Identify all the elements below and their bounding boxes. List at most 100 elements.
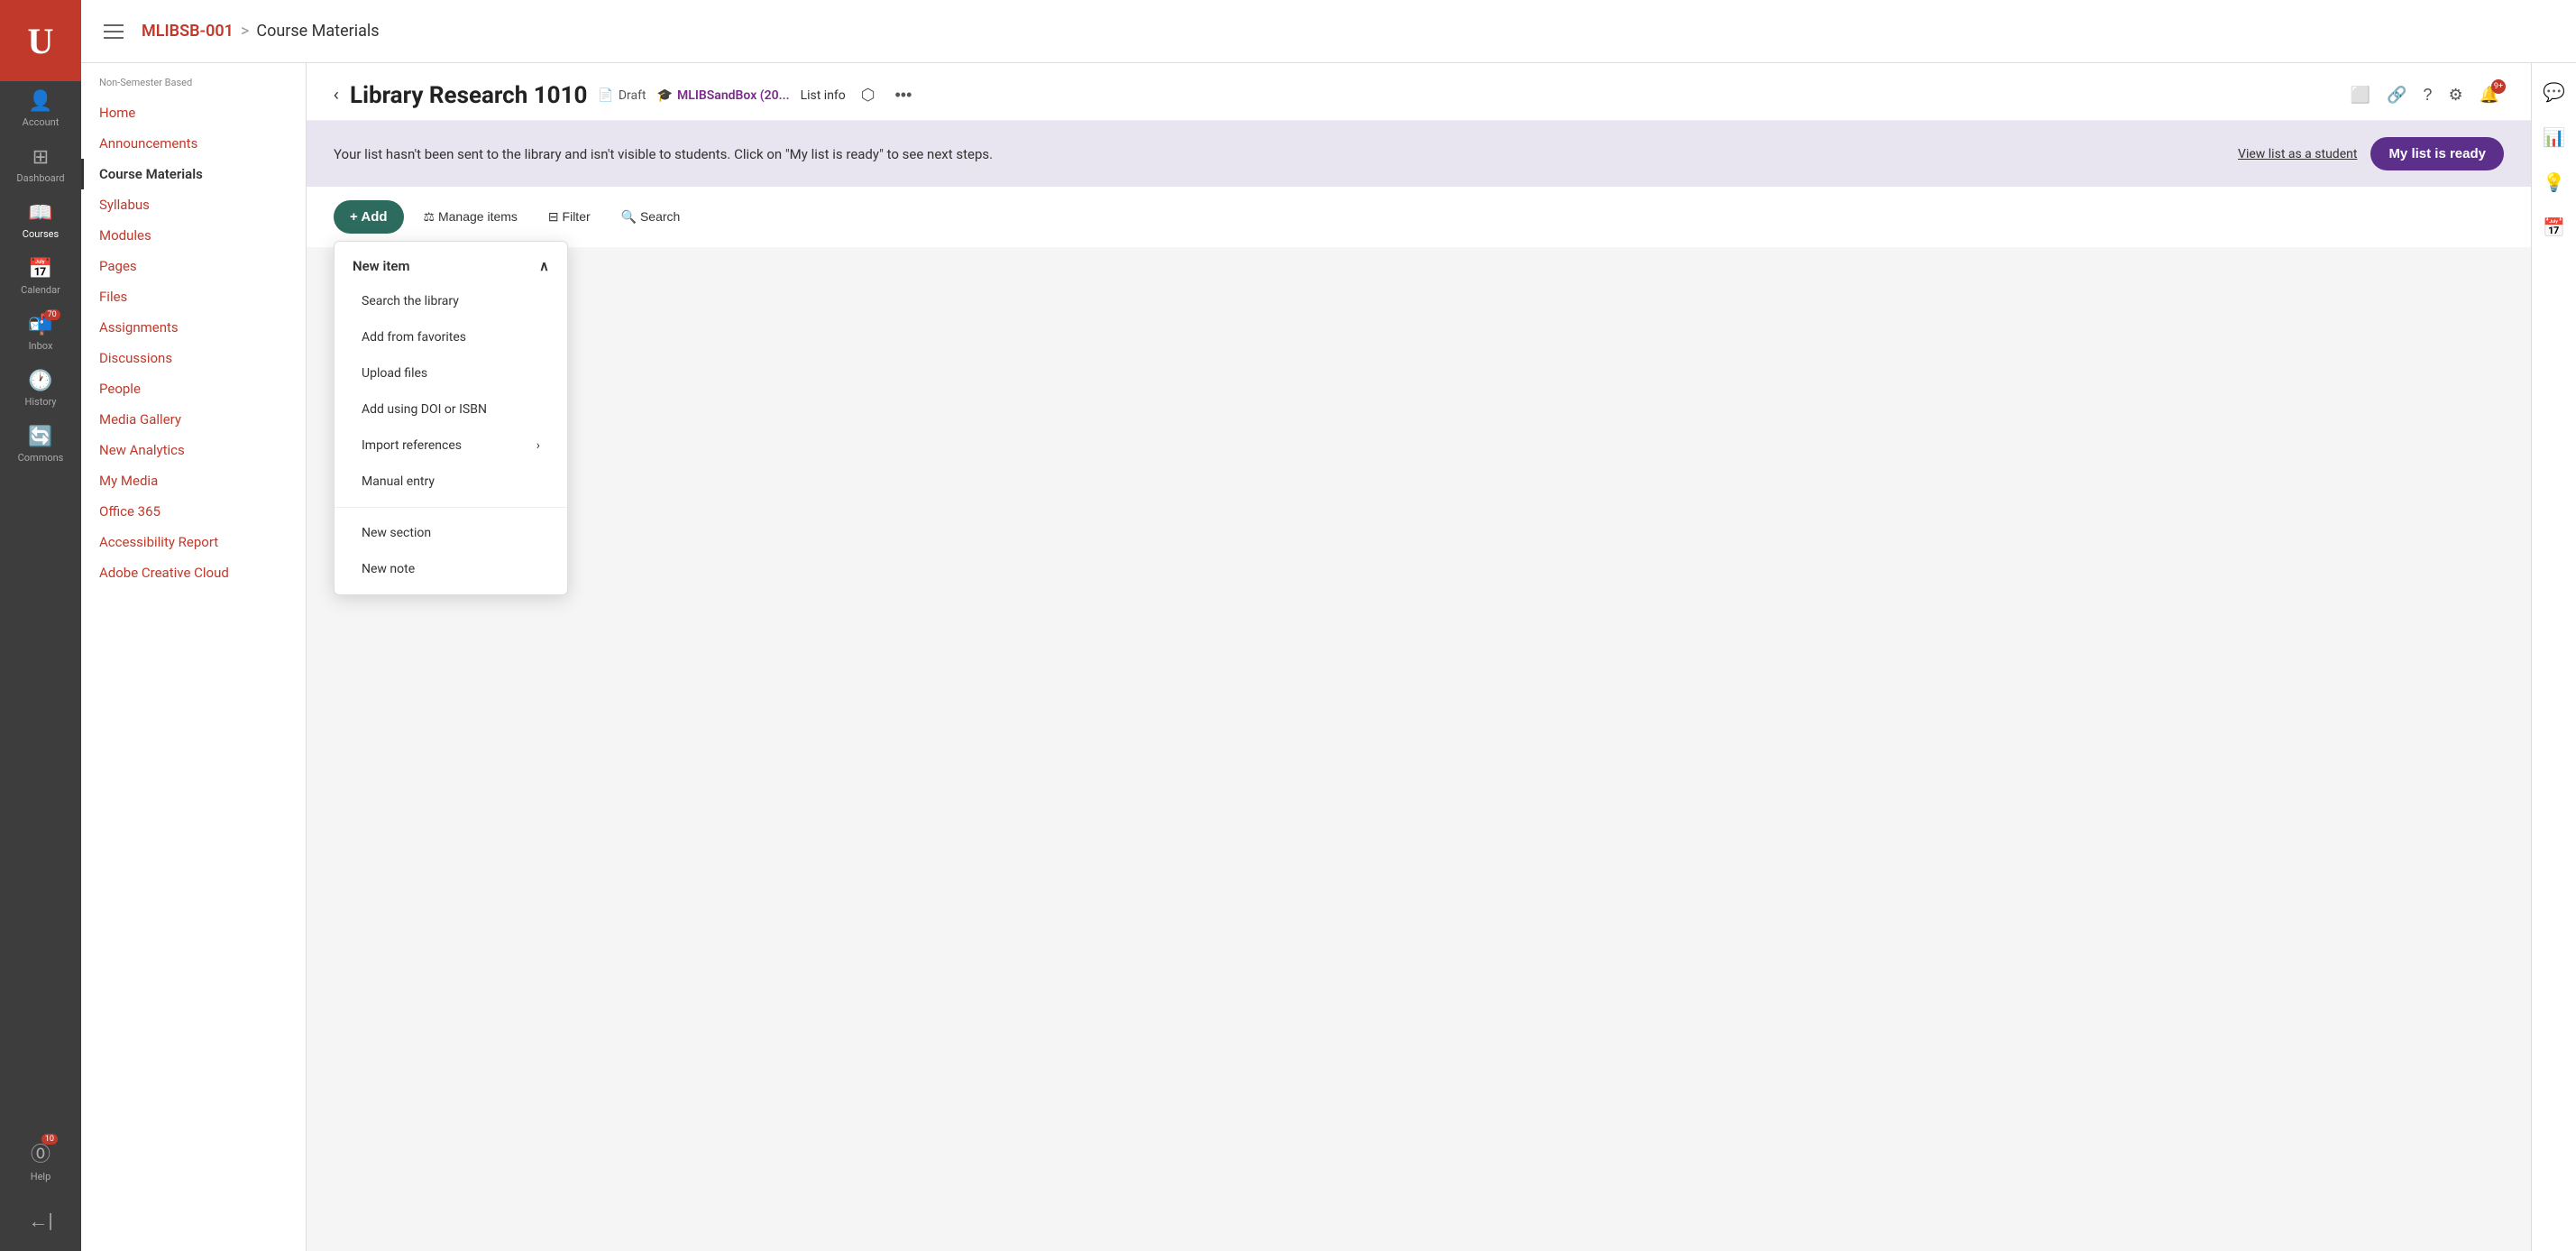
page-title: Library Research 1010 xyxy=(350,82,587,109)
account-icon: 👤 xyxy=(28,90,52,113)
sidebar-item-label: Dashboard xyxy=(16,172,64,184)
dropdown-item-label: Upload files xyxy=(362,366,427,381)
main-container: MLIBSB-001 > Course Materials Non-Semest… xyxy=(81,0,2576,1251)
dropdown-item-new-section[interactable]: New section xyxy=(335,515,567,551)
dropdown-section-items: New section New note xyxy=(335,508,567,594)
right-panel-calendar-button[interactable]: 📅 xyxy=(2532,207,2576,248)
add-button[interactable]: + Add xyxy=(334,200,404,234)
history-icon: 🕐 xyxy=(28,370,52,392)
breadcrumb-current: Course Materials xyxy=(256,22,379,41)
dropdown-item-label: Search the library xyxy=(362,294,459,308)
dropdown-item-label: New section xyxy=(362,526,431,540)
manage-items-button[interactable]: ⚖ Manage items xyxy=(413,202,528,232)
right-panel-chart-button[interactable]: 📊 xyxy=(2532,117,2576,158)
course-nav-assignments[interactable]: Assignments xyxy=(81,312,306,343)
course-nav-course-materials[interactable]: Course Materials xyxy=(81,159,306,189)
sidebar-item-label: Account xyxy=(23,116,60,128)
breadcrumb-separator: > xyxy=(241,22,249,41)
sidebar-item-commons[interactable]: 🔄 Commons xyxy=(0,417,81,473)
hamburger-line xyxy=(104,37,124,39)
dropdown-new-item-section: New item ∧ Search the library Add from f… xyxy=(335,242,567,508)
dropdown-new-item-header[interactable]: New item ∧ xyxy=(335,249,567,283)
dropdown-menu: New item ∧ Search the library Add from f… xyxy=(334,241,568,595)
my-list-ready-button[interactable]: My list is ready xyxy=(2370,137,2504,170)
chevron-up-icon: ∧ xyxy=(539,258,549,274)
course-nav-people[interactable]: People xyxy=(81,373,306,404)
dropdown-item-label: New note xyxy=(362,562,415,576)
course-nav-discussions[interactable]: Discussions xyxy=(81,343,306,373)
sidebar-item-label: History xyxy=(25,396,57,408)
course-nav-accessibility-report[interactable]: Accessibility Report xyxy=(81,527,306,557)
course-nav-media-gallery[interactable]: Media Gallery xyxy=(81,404,306,435)
alert-actions: View list as a student My list is ready xyxy=(2238,137,2504,170)
more-button[interactable]: ••• xyxy=(891,81,917,109)
right-panel: 💬 📊 💡 📅 xyxy=(2531,63,2576,1251)
content-wrapper: Non-Semester Based Home Announcements Co… xyxy=(81,63,2576,1251)
breadcrumb-link[interactable]: MLIBSB-001 xyxy=(142,22,234,41)
share-button[interactable]: ⬡ xyxy=(857,81,880,109)
help-button[interactable]: ? xyxy=(2418,81,2436,109)
filter-button[interactable]: ⊟ Filter xyxy=(537,202,601,232)
sidebar-item-history[interactable]: 🕐 History xyxy=(0,361,81,417)
breadcrumb: MLIBSB-001 > Course Materials xyxy=(142,22,380,41)
sidebar-item-dashboard[interactable]: ⊞ Dashboard xyxy=(0,137,81,193)
dropdown-item-add-favorites[interactable]: Add from favorites xyxy=(335,319,567,355)
dropdown-item-new-note[interactable]: New note xyxy=(335,551,567,587)
sandbox-label: MLIBSandBox (20... xyxy=(677,88,790,103)
university-logo: U xyxy=(28,20,54,62)
list-info-link[interactable]: List info xyxy=(801,88,846,103)
external-link-button[interactable]: ⬜ xyxy=(2346,81,2375,109)
hamburger-button[interactable] xyxy=(99,20,128,43)
link-button[interactable]: 🔗 xyxy=(2382,81,2411,109)
course-nav-announcements[interactable]: Announcements xyxy=(81,128,306,159)
sidebar-item-label: Commons xyxy=(18,452,64,464)
dropdown-item-search-library[interactable]: Search the library xyxy=(335,283,567,319)
dashboard-icon: ⊞ xyxy=(32,146,49,169)
global-nav: U 👤 Account ⊞ Dashboard 📖 Courses 📅 Cale… xyxy=(0,0,81,1251)
course-nav-modules[interactable]: Modules xyxy=(81,220,306,251)
sidebar-item-label: Courses xyxy=(23,228,59,240)
sidebar-item-label: Calendar xyxy=(21,284,60,296)
dropdown-item-upload-files[interactable]: Upload files xyxy=(335,355,567,391)
course-nav-syllabus[interactable]: Syllabus xyxy=(81,189,306,220)
sidebar-item-calendar[interactable]: 📅 Calendar xyxy=(0,249,81,305)
dropdown-item-manual-entry[interactable]: Manual entry xyxy=(335,464,567,500)
collapse-icon: ←| xyxy=(28,1210,52,1233)
notification-badge: 9+ xyxy=(2491,79,2506,94)
hamburger-line xyxy=(104,31,124,32)
back-button[interactable]: ‹ xyxy=(334,86,339,105)
search-button[interactable]: 🔍 Search xyxy=(610,202,692,232)
course-nav-my-media[interactable]: My Media xyxy=(81,465,306,496)
sidebar-item-account[interactable]: 👤 Account xyxy=(0,81,81,137)
sandbox-icon: 🎓 xyxy=(657,88,673,103)
page-header: ‹ Library Research 1010 📄 Draft 🎓 MLIBSa… xyxy=(307,63,2531,121)
course-nav-adobe-creative-cloud[interactable]: Adobe Creative Cloud xyxy=(81,557,306,588)
course-nav-home[interactable]: Home xyxy=(81,97,306,128)
course-nav-office-365[interactable]: Office 365 xyxy=(81,496,306,527)
commons-icon: 🔄 xyxy=(28,426,52,448)
toolbar: + Add ⚖ Manage items ⊟ Filter 🔍 Search N… xyxy=(307,187,2531,247)
sidebar-item-courses[interactable]: 📖 Courses xyxy=(0,193,81,249)
course-nav-new-analytics[interactable]: New Analytics xyxy=(81,435,306,465)
help-badge: 10 xyxy=(41,1134,58,1145)
sidebar-item-help[interactable]: ⓪ 10 Help xyxy=(0,1129,81,1191)
sidebar-item-inbox[interactable]: 📬 70 Inbox xyxy=(0,305,81,361)
sidebar-item-label: Inbox xyxy=(29,340,53,352)
right-panel-lightbulb-button[interactable]: 💡 xyxy=(2532,162,2576,203)
help-icon: ⓪ xyxy=(31,1144,50,1166)
page-header-right: ⬜ 🔗 ? ⚙ 🔔 9+ xyxy=(2346,81,2504,109)
view-as-student-link[interactable]: View list as a student xyxy=(2238,147,2357,161)
settings-button[interactable]: ⚙ xyxy=(2443,81,2467,109)
sidebar-item-collapse[interactable]: ←| xyxy=(0,1200,81,1242)
course-nav-pages[interactable]: Pages xyxy=(81,251,306,281)
dropdown-item-add-doi-isbn[interactable]: Add using DOI or ISBN xyxy=(335,391,567,428)
alert-banner: Your list hasn't been sent to the librar… xyxy=(307,121,2531,187)
sandbox-badge[interactable]: 🎓 MLIBSandBox (20... xyxy=(657,88,790,103)
inbox-badge: 70 xyxy=(44,309,60,320)
draft-icon: 📄 xyxy=(598,88,613,103)
course-nav-files[interactable]: Files xyxy=(81,281,306,312)
right-panel-chat-button[interactable]: 💬 xyxy=(2532,72,2576,113)
app-logo[interactable]: U xyxy=(0,0,81,81)
dropdown-item-import-references[interactable]: Import references › xyxy=(335,428,567,464)
dropdown-item-label: Add using DOI or ISBN xyxy=(362,402,487,417)
